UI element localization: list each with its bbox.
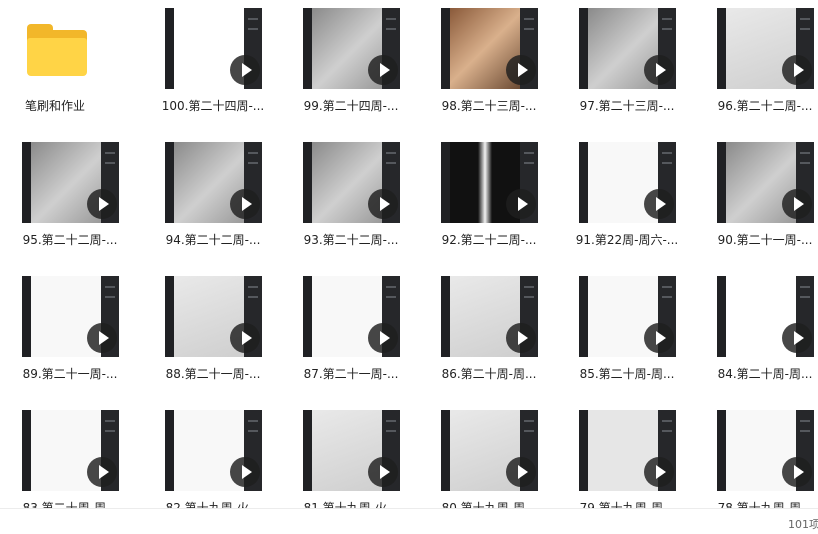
video-thumbnail (441, 410, 538, 491)
play-icon (506, 189, 536, 219)
play-icon (368, 55, 398, 85)
video-thumbnail (717, 142, 814, 223)
video-item[interactable]: 90.第二十一周-... (695, 134, 815, 264)
folder-item[interactable]: 笔刷和作业 (0, 0, 120, 130)
video-thumbnail (579, 276, 676, 357)
video-label: 96.第二十二周-... (717, 99, 813, 113)
play-icon (230, 189, 260, 219)
video-thumbnail (717, 8, 814, 89)
video-item[interactable]: 97.第二十三周-... (557, 0, 677, 130)
play-icon (230, 55, 260, 85)
video-item[interactable]: 78.第十九周-周... (695, 402, 815, 508)
play-icon (230, 323, 260, 353)
video-item[interactable]: 95.第二十二周-... (0, 134, 120, 264)
video-item[interactable]: 98.第二十三周-... (419, 0, 539, 130)
play-icon (87, 323, 117, 353)
video-item[interactable]: 80.第十九周-周... (419, 402, 539, 508)
video-thumbnail (22, 142, 119, 223)
file-grid: 笔刷和作业 100.第二十四周-... 99.第二十四周-... 98.第二十三周-… (0, 0, 818, 508)
video-label: 95.第二十二周-... (22, 233, 118, 247)
folder-label: 笔刷和作业 (24, 99, 85, 113)
play-icon (368, 323, 398, 353)
video-label: 91.第22周-周六-... (575, 233, 679, 247)
play-icon (506, 55, 536, 85)
play-icon (368, 189, 398, 219)
video-label: 97.第二十三周-... (579, 99, 675, 113)
video-label: 87.第二十一周-... (303, 367, 399, 381)
folder-icon (27, 24, 87, 76)
video-thumbnail (717, 410, 814, 491)
video-label: 89.第二十一周-... (22, 367, 118, 381)
video-thumbnail (441, 8, 538, 89)
video-item[interactable]: 91.第22周-周六-... (557, 134, 678, 264)
video-label: 83.第二十周-周... (22, 501, 118, 508)
video-thumbnail (441, 142, 538, 223)
video-thumbnail (303, 8, 400, 89)
video-item[interactable]: 92.第二十二周-... (419, 134, 539, 264)
video-label: 86.第二十周-周... (441, 367, 537, 381)
video-item[interactable]: 93.第二十二周-... (281, 134, 401, 264)
video-item[interactable]: 96.第二十二周-... (695, 0, 815, 130)
play-icon (87, 457, 117, 487)
video-item[interactable]: 100.第二十四周-... (143, 0, 264, 130)
video-item[interactable]: 88.第二十一周-... (143, 268, 263, 398)
video-label: 82.第十九周-火... (165, 501, 261, 508)
video-thumbnail (165, 410, 262, 491)
play-icon (230, 457, 260, 487)
video-item[interactable]: 86.第二十周-周... (419, 268, 539, 398)
video-item[interactable]: 81.第十九周-火... (281, 402, 401, 508)
video-thumbnail (303, 276, 400, 357)
play-icon (644, 189, 674, 219)
video-label: 98.第二十三周-... (441, 99, 537, 113)
play-icon (87, 189, 117, 219)
video-label: 85.第二十周-周... (579, 367, 675, 381)
video-label: 78.第十九周-周... (717, 501, 813, 508)
status-bar: 101项 (0, 508, 818, 534)
video-label: 79.第十九周-周... (579, 501, 675, 508)
play-icon (644, 323, 674, 353)
video-item[interactable]: 87.第二十一周-... (281, 268, 401, 398)
video-item[interactable]: 79.第十九周-周... (557, 402, 677, 508)
video-item[interactable]: 83.第二十周-周... (0, 402, 120, 508)
video-label: 81.第十九周-火... (303, 501, 399, 508)
video-thumbnail (579, 8, 676, 89)
video-thumbnail (165, 142, 262, 223)
video-item[interactable]: 84.第二十周-周... (695, 268, 815, 398)
play-icon (644, 457, 674, 487)
video-item[interactable]: 85.第二十周-周... (557, 268, 677, 398)
play-icon (506, 323, 536, 353)
video-thumbnail (303, 142, 400, 223)
video-label: 88.第二十一周-... (165, 367, 261, 381)
video-label: 99.第二十四周-... (303, 99, 399, 113)
play-icon (782, 457, 812, 487)
play-icon (782, 189, 812, 219)
video-thumbnail (22, 410, 119, 491)
play-icon (782, 55, 812, 85)
video-thumbnail (441, 276, 538, 357)
video-label: 80.第十九周-周... (441, 501, 537, 508)
play-icon (644, 55, 674, 85)
play-icon (368, 457, 398, 487)
video-item[interactable]: 89.第二十一周-... (0, 268, 120, 398)
video-label: 93.第二十二周-... (303, 233, 399, 247)
video-label: 92.第二十二周-... (441, 233, 537, 247)
item-count: 101项 (788, 518, 818, 531)
video-item[interactable]: 99.第二十四周-... (281, 0, 401, 130)
video-thumbnail (717, 276, 814, 357)
video-thumbnail (165, 8, 262, 89)
video-thumbnail (22, 276, 119, 357)
video-label: 84.第二十周-周... (717, 367, 813, 381)
video-item[interactable]: 94.第二十二周-... (143, 134, 263, 264)
video-thumbnail (165, 276, 262, 357)
video-thumbnail (303, 410, 400, 491)
video-item[interactable]: 82.第十九周-火... (143, 402, 263, 508)
video-label: 90.第二十一周-... (717, 233, 813, 247)
video-label: 94.第二十二周-... (165, 233, 261, 247)
video-label: 100.第二十四周-... (161, 99, 265, 113)
video-thumbnail (579, 410, 676, 491)
video-thumbnail (579, 142, 676, 223)
play-icon (782, 323, 812, 353)
play-icon (506, 457, 536, 487)
